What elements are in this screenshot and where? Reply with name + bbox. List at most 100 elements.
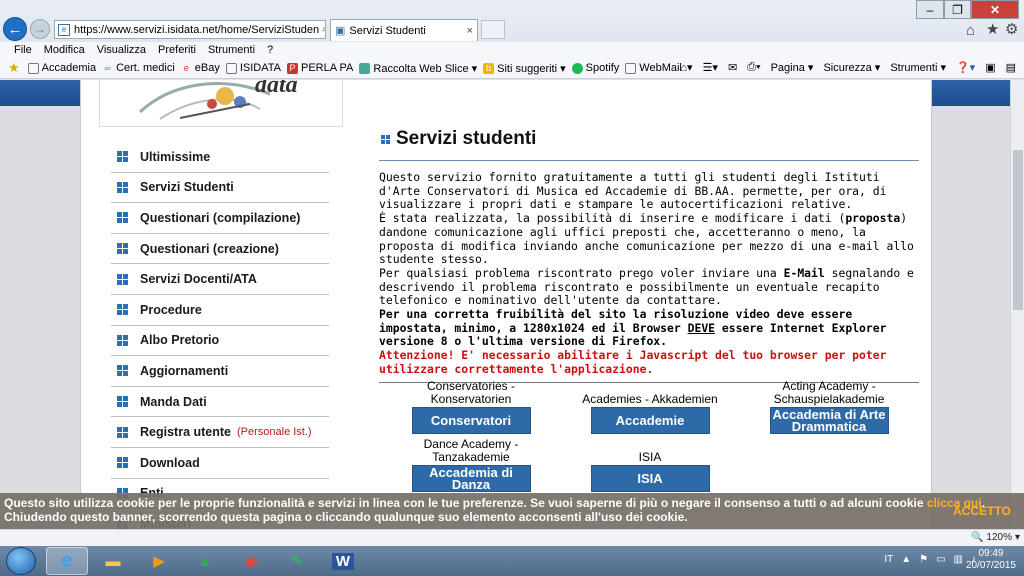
start-button[interactable]	[6, 547, 36, 575]
taskbar-word[interactable]: W	[322, 547, 364, 575]
display-icon[interactable]: ▭	[936, 554, 945, 565]
network-icon[interactable]: ▥	[954, 554, 963, 565]
gear-icon[interactable]: ⚙	[1005, 20, 1018, 38]
feeds-icon[interactable]: ☰▾	[703, 61, 718, 74]
fav-webmail[interactable]: WebMail	[625, 62, 682, 74]
bullet-icon	[117, 212, 128, 224]
back-button[interactable]: ←	[3, 17, 27, 41]
page-title: Servizi studenti	[379, 128, 919, 161]
menu-strumenti[interactable]: Strumenti	[208, 44, 255, 56]
ebay-icon: e	[183, 62, 189, 73]
site-logo[interactable]: data	[99, 80, 343, 127]
sidebar-item-procedure[interactable]: Procedure	[111, 295, 329, 326]
fav-cert-medici[interactable]: ∞ Cert. medici	[102, 62, 174, 74]
taskbar-ie[interactable]: e	[46, 547, 88, 575]
arte-drammatica-button[interactable]: Accademia di Arte Drammatica	[769, 407, 889, 434]
tile-label: Acting Academy - Schauspielakademie	[773, 379, 885, 406]
menu-visualizza[interactable]: Visualizza	[97, 44, 146, 56]
page-icon	[225, 62, 237, 74]
search-icon[interactable]: ⌕	[322, 23, 325, 36]
bullet-icon	[117, 181, 128, 193]
chrome-icon: ◉	[244, 553, 258, 570]
menu-preferiti[interactable]: Preferiti	[158, 44, 196, 56]
sidebar-item-manda-dati[interactable]: Manda Dati	[111, 387, 329, 418]
browser-titlebar: ← → e https://www.servizi.isidata.net/ho…	[0, 0, 1024, 42]
conservatori-button[interactable]: Conservatori	[411, 407, 531, 434]
scrollbar-thumb[interactable]	[1013, 150, 1023, 310]
cmd-pagina[interactable]: Pagina ▾	[771, 61, 814, 74]
bullet-icon	[117, 304, 128, 316]
home-icon[interactable]: ⌂	[966, 22, 975, 39]
favorites-add-icon[interactable]: ★	[8, 60, 20, 76]
sidebar-item-registra-utente[interactable]: Registra utente (Personale Ist.)	[111, 417, 329, 448]
menu-help[interactable]: ?	[267, 44, 273, 56]
address-bar[interactable]: e https://www.servizi.isidata.net/home/S…	[54, 20, 326, 39]
minimize-button[interactable]: –	[916, 0, 944, 19]
intro-p2-text: È stata realizzata, la possibilità di in…	[379, 211, 846, 226]
sidebar-item-servizi-studenti[interactable]: Servizi Studenti	[111, 173, 329, 204]
fav-accademia[interactable]: Accademia	[27, 62, 96, 74]
taskbar-evernote[interactable]: ✎	[276, 547, 318, 575]
page-icon	[625, 62, 637, 74]
tile-danza: Dance Academy - Tanzakademie Accademia d…	[391, 438, 551, 492]
zoom-control[interactable]: 🔍 120% ▾	[971, 531, 1020, 544]
cookie-accept-button[interactable]: ACCETTO	[953, 504, 1011, 518]
print-icon[interactable]: ⎙▾	[747, 61, 760, 74]
tile-label: Dance Academy - Tanzakademie	[423, 437, 519, 464]
mail-icon[interactable]: ✉	[728, 61, 737, 74]
fav-label: ISIDATA	[239, 62, 281, 74]
tab-close-icon[interactable]: ×	[467, 25, 473, 37]
cmd-sicurezza[interactable]: Sicurezza ▾	[823, 61, 880, 74]
language-indicator[interactable]: IT	[884, 554, 893, 565]
fav-ebay[interactable]: e eBay	[181, 62, 220, 74]
sidebar-item-label: Registra utente	[140, 425, 231, 440]
sidebar-item-questionari-compilazione[interactable]: Questionari (compilazione)	[111, 203, 329, 234]
bullet-icon	[117, 334, 128, 346]
flag-icon[interactable]: ⚑	[919, 554, 928, 565]
help-icon[interactable]: ❓▾	[956, 61, 975, 74]
accademie-button[interactable]: Accademie	[590, 407, 710, 434]
email-link[interactable]: E-Mail	[784, 266, 825, 280]
sidebar-item-download[interactable]: Download	[111, 448, 329, 479]
menu-file[interactable]: File	[14, 44, 32, 56]
sidebar-item-albo-pretorio[interactable]: Albo Pretorio	[111, 326, 329, 357]
home-page-icon[interactable]: ⌂▾	[680, 61, 692, 74]
new-tab-button[interactable]	[481, 20, 505, 39]
fav-raccolta-web-slice[interactable]: Raccolta Web Slice ▾	[359, 62, 477, 75]
taskbar-google-drive[interactable]: ▲	[184, 547, 226, 575]
fav-isidata[interactable]: ISIDATA	[225, 62, 281, 74]
cmd-strumenti[interactable]: Strumenti ▾	[890, 61, 946, 74]
sidebar-item-aggiornamenti[interactable]: Aggiornamenti	[111, 356, 329, 387]
vertical-scrollbar[interactable]	[1010, 80, 1024, 530]
isia-button[interactable]: ISIA	[590, 465, 710, 492]
intro-p3-text: Per qualsiasi problema riscontrato prego…	[379, 265, 784, 280]
site-favicon-icon: e	[58, 23, 70, 36]
research-icon[interactable]: ▣	[985, 61, 995, 74]
taskbar-chrome[interactable]: ◉	[230, 547, 272, 575]
bullet-icon	[381, 134, 390, 144]
sidebar-item-ultimissime[interactable]: Ultimissime	[111, 142, 329, 173]
sidebar-item-questionari-creazione[interactable]: Questionari (creazione)	[111, 234, 329, 265]
arrow-left-icon: ←	[7, 20, 23, 38]
folder-icon: ▬	[105, 552, 121, 570]
fav-siti-suggeriti[interactable]: b Siti suggeriti ▾	[483, 62, 566, 75]
danza-button[interactable]: Accademia di Danza	[411, 465, 531, 492]
forward-button[interactable]: →	[30, 19, 50, 39]
onenote-icon[interactable]: ▤	[1006, 61, 1016, 74]
sidebar-item-servizi-docenti-ata[interactable]: Servizi Docenti/ATA	[111, 264, 329, 295]
web-page: data Ultimissime Servizi Studenti Question…	[0, 80, 1010, 530]
logo-graphic	[138, 82, 271, 120]
clock[interactable]: 09:49 20/07/2015	[966, 548, 1016, 572]
taskbar-media-player[interactable]: ▶	[138, 547, 180, 575]
fav-spotify[interactable]: Spotify	[571, 62, 619, 74]
menu-modifica[interactable]: Modifica	[44, 44, 85, 56]
favorites-star-icon[interactable]: ★	[986, 20, 999, 38]
internet-explorer-icon: e	[61, 549, 73, 572]
tray-expand-icon[interactable]: ▲	[901, 554, 911, 565]
zoom-level: 120%	[986, 532, 1012, 543]
maximize-button[interactable]: ❐	[944, 0, 971, 19]
taskbar-explorer[interactable]: ▬	[92, 547, 134, 575]
close-window-button[interactable]: ✕	[971, 0, 1019, 19]
fav-perla-pa[interactable]: P PERLA PA	[287, 62, 353, 74]
tab-servizi-studenti[interactable]: ▣ Servizi Studenti ×	[330, 19, 478, 41]
